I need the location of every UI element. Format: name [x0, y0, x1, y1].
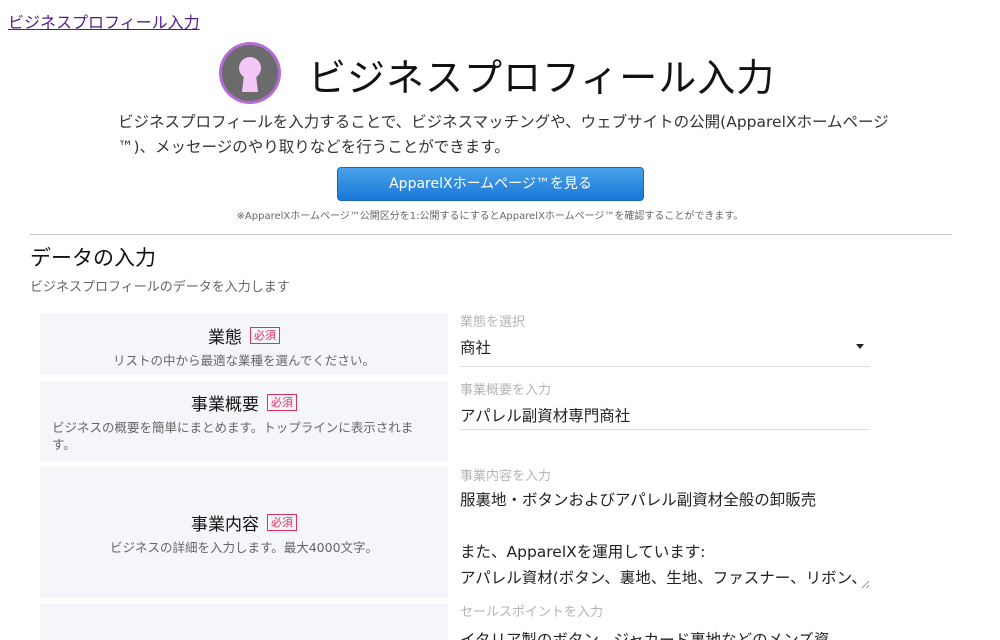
summary-label: 事業概要 [191, 395, 259, 415]
business-type-hint: 業態を選択 [460, 315, 526, 330]
business-type-label-box: 業態 必須 リストの中から最適な業種を選んでください。 [40, 313, 448, 375]
publish-note: ※ApparelXホームページ™公開区分を1:公開するにするとApparelXホ… [236, 211, 744, 222]
sales-point-hint: セールスポイントを入力 [460, 605, 604, 620]
keyhole-icon [239, 57, 261, 92]
business-type-value: 商社 [460, 339, 492, 357]
divider [30, 234, 952, 235]
summary-input[interactable]: 事業概要を入力 アパレル副資材専門商社 [460, 379, 870, 431]
summary-value: アパレル副資材専門商社 [460, 407, 631, 425]
details-description: ビジネスの詳細を入力します。最大4000文字。 [109, 540, 379, 555]
page-title: ビジネスプロフィール入力 [308, 56, 776, 100]
summary-hint: 事業概要を入力 [460, 383, 552, 398]
sales-point-textarea[interactable]: セールスポイントを入力 イタリア製のボタン、ジャカード裏地などのメンズ資 [460, 601, 870, 640]
details-label-box: 事業内容 必須 ビジネスの詳細を入力します。最大4000文字。 [40, 467, 448, 598]
sales-point-value: イタリア製のボタン、ジャカード裏地などのメンズ資 [460, 631, 830, 640]
section-title: データの入力 [30, 246, 156, 270]
details-label: 事業内容 [191, 515, 259, 535]
summary-label-box: 事業概要 必須 ビジネスの概要を簡単にまとめます。トップラインに表示されます。 [40, 381, 448, 461]
sales-point-label-box [40, 604, 448, 640]
business-type-label: 業態 [208, 328, 242, 348]
details-value: 服裏地・ボタンおよびアパレル副資材全般の卸販売 また、ApparelXを運用して… [460, 491, 867, 584]
business-type-description: リストの中から最適な業種を選んでください。 [113, 353, 375, 368]
breadcrumb-link[interactable]: ビジネスプロフィール入力 [8, 9, 200, 33]
required-badge: 必須 [267, 394, 297, 411]
view-homepage-button[interactable]: ApparelXホームページ™を見る [337, 167, 644, 201]
required-badge: 必須 [267, 514, 297, 531]
resize-handle-icon[interactable] [861, 580, 870, 589]
section-subtitle: ビジネスプロフィールのデータを入力します [30, 280, 290, 295]
dropdown-caret-icon [856, 344, 864, 349]
details-textarea[interactable]: 事業内容を入力 服裏地・ボタンおよびアパレル副資材全般の卸販売 また、Appar… [460, 465, 870, 589]
required-badge: 必須 [250, 327, 280, 344]
business-type-select[interactable]: 業態を選択 商社 [460, 311, 870, 367]
hero: ビジネスプロフィール入力 [0, 40, 1000, 106]
app-logo [219, 42, 281, 104]
details-hint: 事業内容を入力 [460, 469, 552, 484]
intro-text: ビジネスプロフィールを入力することで、ビジネスマッチングや、ウェブサイトの公開(… [118, 113, 889, 156]
summary-description: ビジネスの概要を簡単にまとめます。トップラインに表示されます。 [52, 420, 414, 452]
